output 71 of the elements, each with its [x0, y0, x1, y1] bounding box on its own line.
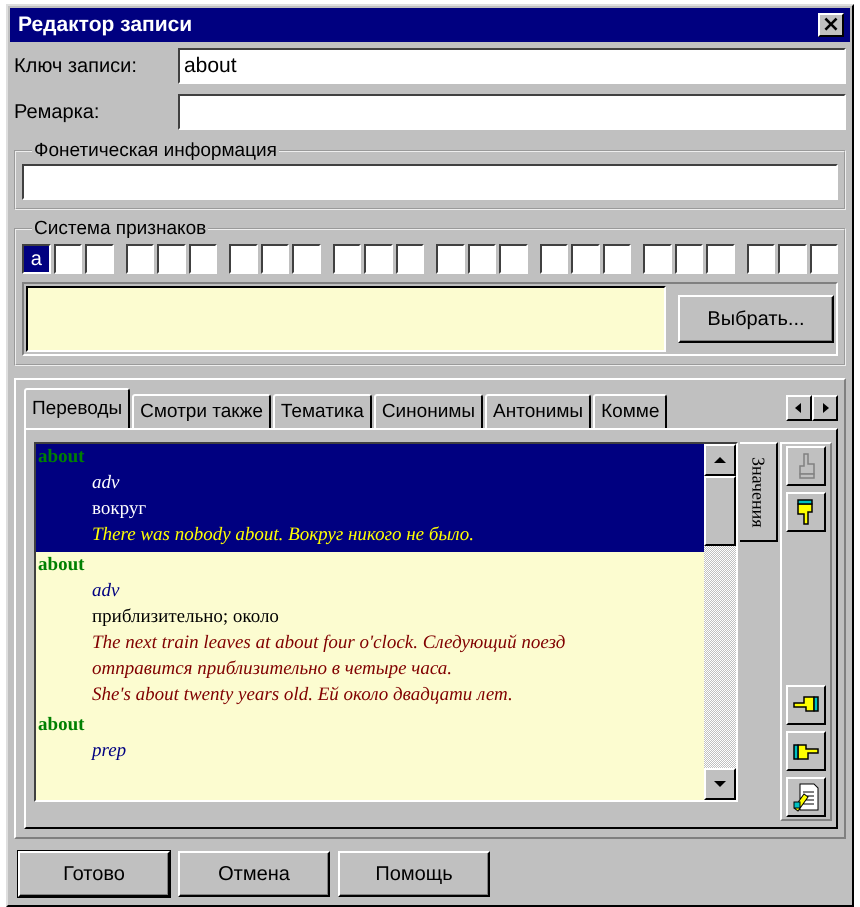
- headword: about: [37, 553, 86, 577]
- field-label: Ключ записи:: [14, 54, 138, 78]
- group-title: Фонетическая информация: [33, 140, 278, 162]
- tool-button[interactable]: [786, 492, 826, 532]
- tool-button[interactable]: [786, 731, 826, 771]
- tab[interactable]: Синонимы: [374, 394, 484, 428]
- dialog-button[interactable]: Готово: [18, 851, 170, 897]
- list-entry[interactable]: about adv приблизительно; около The next train leaves at about four o'clock. Следующий поезд отправится приблизительно в четыре часа. She's about twenty years old. Ей около двадцати лет.: [36, 552, 704, 712]
- feature-cell[interactable]: [499, 244, 528, 274]
- feature-cell[interactable]: [706, 244, 734, 274]
- feature-cell[interactable]: [778, 244, 806, 274]
- list-entry[interactable]: about adv вокруг There was nobody about. Вокруг никого не было.: [36, 444, 704, 552]
- feature-cell[interactable]: [602, 244, 631, 274]
- feature-cell[interactable]: [85, 244, 114, 274]
- feature-cell[interactable]: a: [22, 244, 50, 274]
- feature-cell[interactable]: [364, 244, 392, 274]
- field-label: Ремарка:: [14, 100, 100, 124]
- translation: вокруг: [91, 497, 148, 521]
- down-arrow-icon: [714, 779, 726, 789]
- tab[interactable]: Комме: [593, 394, 668, 428]
- headword: about: [37, 713, 86, 737]
- tab-scroll-right-button[interactable]: [812, 395, 838, 421]
- scroll-down-button[interactable]: [704, 768, 736, 800]
- dialog-button[interactable]: Помощь: [338, 851, 490, 897]
- feature-cell[interactable]: [54, 244, 82, 274]
- tool-button[interactable]: [786, 685, 826, 725]
- feature-cell[interactable]: [157, 244, 186, 274]
- feature-cell[interactable]: [643, 244, 672, 274]
- feature-cell[interactable]: [436, 244, 464, 274]
- input-field[interactable]: about: [178, 48, 846, 84]
- list-entry[interactable]: about prep: [36, 712, 704, 768]
- window-title: Редактор записи: [18, 13, 192, 37]
- headword: about: [37, 445, 86, 469]
- feature-cell[interactable]: [260, 244, 289, 274]
- scroll-up-button[interactable]: [704, 444, 736, 476]
- feature-cell[interactable]: [126, 244, 154, 274]
- feature-cell[interactable]: [468, 244, 496, 274]
- dialog-button[interactable]: Отмена: [178, 851, 330, 897]
- example-text: There was nobody about. Вокруг никого не было.: [91, 523, 476, 547]
- feature-cell[interactable]: [332, 244, 361, 274]
- tab-scroll-left-button[interactable]: [786, 395, 812, 421]
- feature-cell[interactable]: [540, 244, 568, 274]
- vertical-scrollbar[interactable]: [704, 444, 736, 800]
- tab[interactable]: Переводы: [24, 388, 130, 428]
- close-button[interactable]: ×: [818, 13, 844, 37]
- part-of-speech: prep: [90, 739, 128, 763]
- translation: приблизительно; около: [91, 605, 280, 629]
- group-title: Система признаков: [33, 218, 208, 240]
- choose-button[interactable]: Выбрать...: [678, 295, 834, 343]
- tool-button[interactable]: [786, 777, 826, 817]
- example-text: The next train leaves at about four o'clock. Следующий поезд отправится приблизительно в четыре часа.: [91, 631, 566, 681]
- feature-cell[interactable]: [810, 244, 838, 274]
- tab[interactable]: Смотри также: [132, 394, 271, 428]
- scroll-thumb[interactable]: [704, 476, 736, 546]
- feature-cell[interactable]: [571, 244, 600, 274]
- feature-cell[interactable]: [188, 244, 217, 274]
- example-text: She's about twenty years old. Ей около двадцати лет.: [91, 683, 514, 707]
- feature-cell[interactable]: [292, 244, 320, 274]
- input-field[interactable]: [22, 164, 838, 200]
- tab[interactable]: Антонимы: [485, 394, 592, 428]
- part-of-speech: adv: [91, 579, 120, 603]
- tab[interactable]: Тематика: [272, 394, 372, 428]
- side-tab[interactable]: Значения: [740, 442, 778, 542]
- document-pencil-icon: [792, 782, 820, 812]
- feature-cell[interactable]: [674, 244, 703, 274]
- feature-cell[interactable]: [746, 244, 775, 274]
- part-of-speech: adv: [91, 471, 120, 495]
- feature-cell[interactable]: [396, 244, 424, 274]
- up-arrow-icon: [714, 455, 726, 465]
- input-field[interactable]: [178, 94, 846, 130]
- feature-cell[interactable]: [229, 244, 258, 274]
